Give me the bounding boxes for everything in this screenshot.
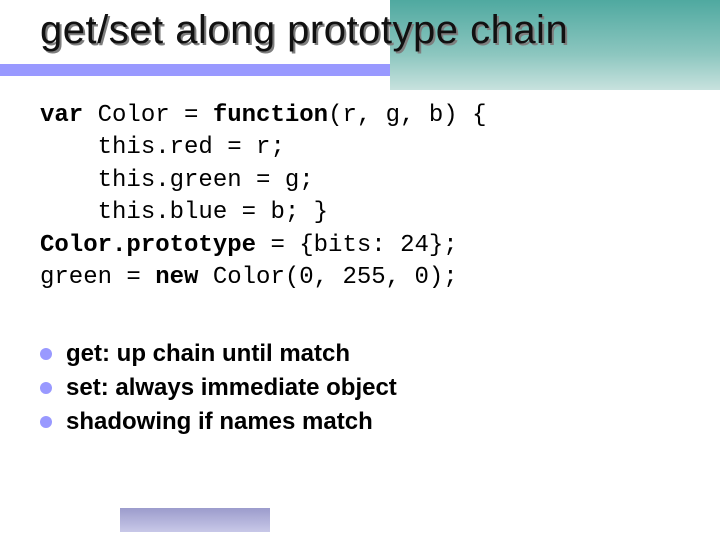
footer-accent-bar (120, 508, 270, 532)
code-kw-var: var (40, 102, 83, 129)
code-text: Color(0, 255, 0); (198, 264, 457, 291)
bullet-bold: get: up chain until match (66, 340, 350, 367)
bullet-icon (40, 382, 52, 394)
code-line: this.green = g; (40, 167, 314, 194)
bullet-icon (40, 416, 52, 428)
code-text: Color = (83, 102, 213, 129)
bullet-list: get: up chain until match set: always im… (40, 340, 397, 442)
bullet-icon (40, 348, 52, 360)
code-line: this.blue = b; } (40, 199, 328, 226)
code-block: var Color = function(r, g, b) { this.red… (40, 100, 487, 294)
code-kw-new: new (155, 264, 198, 291)
bullet-bold: set: always immediate object (66, 374, 397, 401)
list-item: set: always immediate object (40, 374, 397, 402)
code-text: (r, g, b) { (328, 102, 486, 129)
list-item: get: up chain until match (40, 340, 397, 368)
slide-title: get/set along prototype chain (40, 8, 720, 53)
bullet-bold: shadowing if names match (66, 408, 373, 435)
code-kw-function: function (213, 102, 328, 129)
code-line: this.red = r; (40, 134, 285, 161)
list-item: shadowing if names match (40, 408, 397, 436)
code-text: = {bits: 24}; (256, 232, 458, 259)
code-bold: Color.prototype (40, 232, 256, 259)
code-text: green = (40, 264, 155, 291)
title-underline (0, 64, 390, 76)
